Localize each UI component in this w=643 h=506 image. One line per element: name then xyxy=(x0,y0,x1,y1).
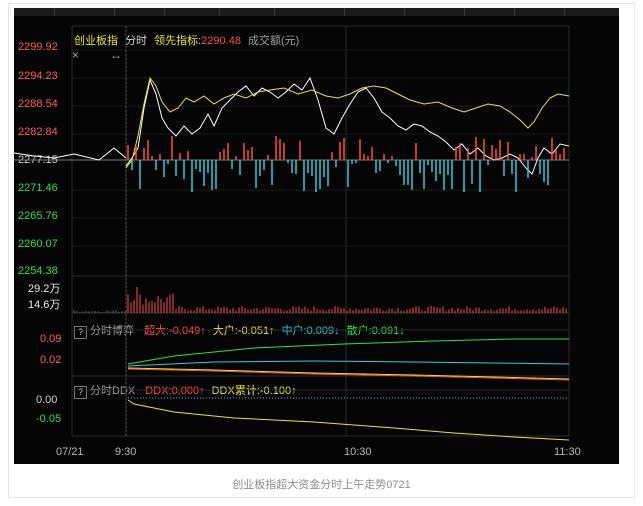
image-caption: 创业板指超大资金分时上午走势0721 xyxy=(232,479,411,491)
chart-canvas xyxy=(14,25,570,441)
mid-line xyxy=(127,360,570,367)
retail-line xyxy=(127,338,569,365)
premarket-line xyxy=(14,147,127,161)
super-large-line xyxy=(127,368,570,381)
ddx-cumulative-line xyxy=(127,399,570,441)
leading-line xyxy=(125,76,570,169)
intraday-chart-window: 创业板指 分时 领先指标:2290.48 成交额(元) × ↔ 2299.92 2… xyxy=(14,8,619,464)
large-line xyxy=(127,367,570,380)
